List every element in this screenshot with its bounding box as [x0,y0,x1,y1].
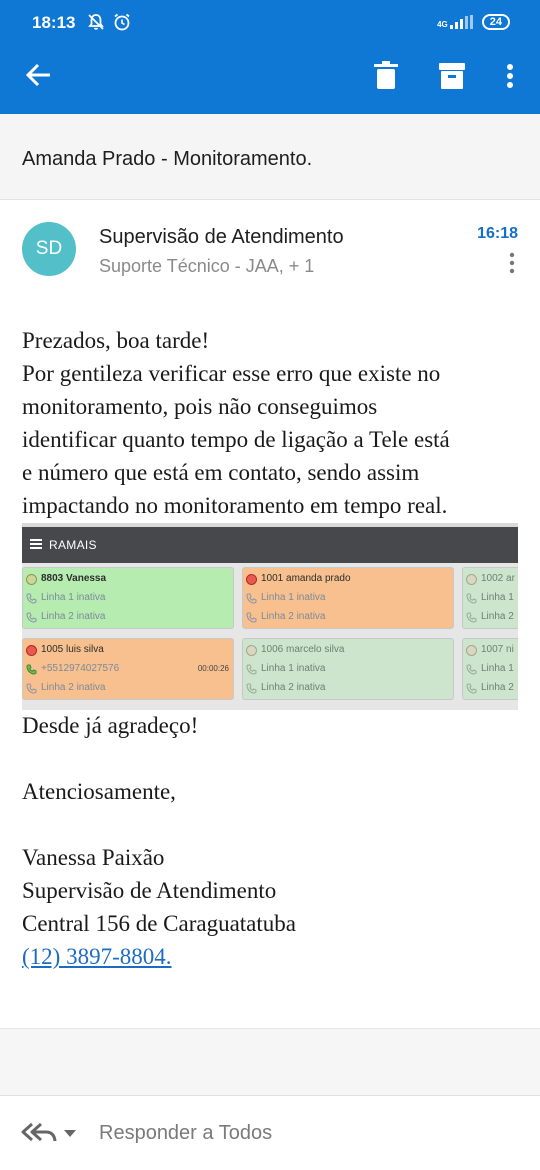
extension-name: 8803 Vanessa [41,573,107,584]
status-bar: 18:13 4G 24 [0,0,540,46]
status-icons [86,12,132,32]
signature-name: Vanessa Paixão [22,845,165,870]
extension-card: 1006 marcelo silva Linha 1 inativa Linha… [242,638,454,700]
phone-icon [466,593,477,604]
line2-status: Linha 2 inativa [261,682,326,693]
status-right: 4G 24 [437,14,510,30]
phone-icon [466,612,477,623]
archive-icon[interactable] [437,60,467,92]
extension-name: 1007 ni [481,644,514,655]
recipients[interactable]: Suporte Técnico - JAA, + 1 [99,256,314,277]
menu-icon [30,539,42,549]
closing-line: Atenciosamente, [22,779,176,804]
reply-bar[interactable]: Responder a Todos [0,1095,540,1170]
message-time: 16:18 [477,225,518,242]
extension-card: 8803 Vanessa Linha 1 inativa Linha 2 ina… [22,567,234,629]
more-vert-icon[interactable] [496,60,524,92]
phone-icon [26,683,37,694]
phone-icon [246,612,257,623]
body-line: Por gentileza verificar esse erro que ex… [22,361,441,386]
chevron-down-icon[interactable] [64,1130,76,1138]
line2-status: Linha 2 [481,611,514,622]
avatar-initials: SD [35,238,63,259]
body-line: impactando no monitoramento em tempo rea… [22,493,448,518]
message-body-bottom: Desde já agradeço! Atenciosamente, Vanes… [22,709,522,973]
body-line: monitoramento, pois não conseguimos [22,394,378,419]
signal-icon [449,15,473,29]
message-more-icon[interactable] [506,252,518,274]
extension-card: 1001 amanda prado Linha 1 inativa Linha … [242,567,454,629]
extension-name: 1001 amanda prado [261,573,351,584]
network-label: 4G [437,20,448,29]
status-offline-icon [466,573,477,585]
arrow-back-icon[interactable] [24,60,54,90]
body-line: identificar quanto tempo de ligação a Te… [22,427,450,452]
message-body-top: Prezados, boa tarde! Por gentileza verif… [22,324,522,522]
reply-all-button[interactable]: Responder a Todos [99,1122,272,1145]
body-line: e número que está em contato, sendo assi… [22,460,420,485]
phone-icon [466,664,477,675]
phone-icon [26,593,37,604]
screenshot-header: RAMAIS [22,523,518,563]
extension-card: 1005 luis silva +5512974027576 00:00:26 … [22,638,234,700]
status-available-icon [26,573,37,585]
footer-spacer [0,1029,540,1095]
email-subject: Amanda Prado - Monitoramento. [22,148,313,170]
alarm-icon [114,13,130,31]
extension-name: 1005 luis silva [41,644,104,655]
call-duration: 00:00:26 [197,664,229,673]
status-busy-icon [26,644,37,656]
phone-icon [26,612,37,623]
phone-icon [246,664,257,675]
line2-status: Linha 2 [481,682,514,693]
status-busy-icon [246,573,257,585]
active-call-icon [26,664,37,675]
battery-indicator: 24 [481,14,510,30]
line1-status: Linha 1 inativa [261,663,326,674]
trash-icon[interactable] [371,60,401,92]
signature-org: Central 156 de Caraguatatuba [22,911,296,936]
sender-name[interactable]: Supervisão de Atendimento [99,226,344,249]
embedded-screenshot[interactable]: RAMAIS 8803 Vanessa Linha 1 inativa Linh… [22,523,518,710]
phone-icon [246,593,257,604]
line1-status: Linha 1 [481,592,514,603]
line1-status: Linha 1 inativa [41,592,106,603]
subject-bar: Amanda Prado - Monitoramento. [0,114,540,200]
status-offline-icon [466,644,477,656]
network-indicator: 4G [437,15,474,29]
greeting: Prezados, boa tarde! [22,328,210,353]
extension-name: 1006 marcelo silva [261,644,345,655]
status-time: 18:13 [32,13,76,32]
phone-link[interactable]: (12) 3897-8804. [22,944,171,969]
phone-icon [246,683,257,694]
extension-name: 1002 ar [481,573,515,584]
screenshot-title: RAMAIS [49,538,97,552]
line1-status: Linha 1 [481,663,514,674]
thanks-line: Desde já agradeço! [22,713,199,738]
signature-role: Supervisão de Atendimento [22,878,277,903]
extension-card: 1007 ni Linha 1 Linha 2 [462,638,518,700]
avatar[interactable]: SD [22,222,76,276]
app-bar: 18:13 4G 24 [0,0,540,114]
line2-status: Linha 2 inativa [41,682,106,693]
notifications-off-icon [88,14,104,30]
line1-status: Linha 1 inativa [261,592,326,603]
active-call-number: +5512974027576 [41,663,120,674]
line2-status: Linha 2 inativa [41,611,106,622]
line2-status: Linha 2 inativa [261,611,326,622]
status-offline-icon [246,644,257,656]
reply-all-icon[interactable] [20,1120,58,1144]
extension-card: 1002 ar Linha 1 Linha 2 [462,567,518,629]
phone-icon [466,683,477,694]
